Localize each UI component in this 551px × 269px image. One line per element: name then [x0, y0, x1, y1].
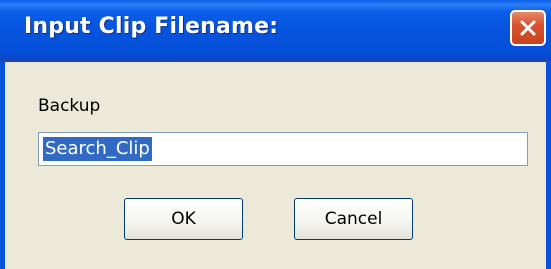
dialog-title: Input Clip Filename: [24, 14, 279, 39]
close-icon [518, 18, 538, 38]
selected-text-highlight: Search_Clip [43, 137, 152, 161]
filename-input-value: Search_Clip [45, 138, 150, 159]
cancel-button[interactable]: Cancel [294, 198, 413, 240]
window-frame-left [0, 62, 5, 269]
prompt-label: Backup [38, 96, 101, 116]
close-button[interactable] [510, 10, 546, 46]
input-clip-filename-dialog: Input Clip Filename: Backup Search_Clip … [0, 0, 551, 269]
filename-input[interactable]: Search_Clip [38, 132, 528, 166]
title-bar[interactable]: Input Clip Filename: [0, 0, 551, 62]
window-frame-right [546, 62, 551, 269]
ok-button[interactable]: OK [124, 198, 243, 240]
